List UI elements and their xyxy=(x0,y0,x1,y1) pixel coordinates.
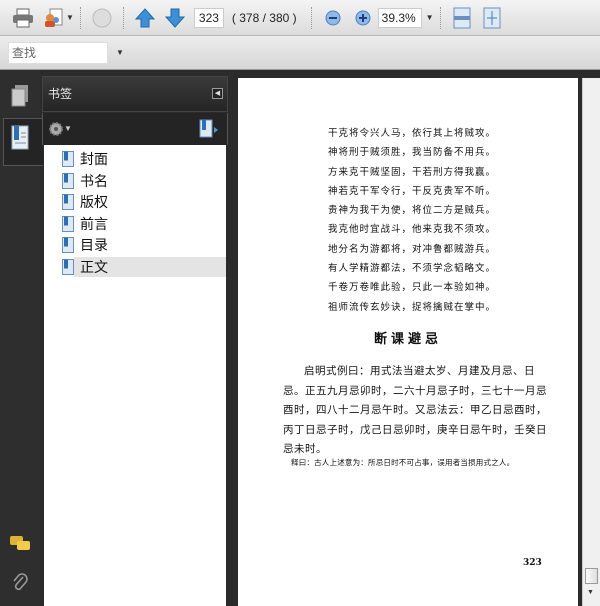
pages-icon xyxy=(11,85,28,107)
zoom-in-button[interactable] xyxy=(350,5,376,31)
poem-line: 有人学精游都法，不须学念韬略文。 xyxy=(328,263,497,275)
page-footer-number: 323 xyxy=(523,558,542,568)
gear-icon[interactable] xyxy=(48,121,64,137)
comments-button[interactable] xyxy=(4,528,36,560)
poem-line: 神若克干军令行，干反克贵军不听。 xyxy=(328,185,497,197)
share-button-disabled xyxy=(89,5,115,31)
zoom-dropdown-chevron-icon[interactable]: ▼ xyxy=(426,13,434,22)
scrollbar-thumb[interactable] xyxy=(585,568,598,584)
paragraph-text: 启明式例曰：用式法当避太岁、月建及月忌、日忌。正五九月忌卯时，二六十月忌子时，三… xyxy=(283,365,547,455)
fit-page-button[interactable] xyxy=(479,5,505,31)
body-paragraph: 启明式例曰：用式法当避太岁、月建及月忌、日忌。正五九月忌卯时，二六十月忌子时，三… xyxy=(283,362,551,460)
poem-line: 祖师流传玄妙诀，捉将擒贼在掌中。 xyxy=(328,301,497,313)
paperclip-icon xyxy=(13,573,28,591)
bookmark-label: 正文 xyxy=(74,256,226,277)
plus-circle-icon xyxy=(355,10,371,25)
attachments-button[interactable] xyxy=(4,566,36,598)
next-page-button[interactable] xyxy=(162,5,188,31)
panel-title: 书签 xyxy=(48,87,73,101)
bookmarks-panel-header: 书签 ◀ xyxy=(42,76,228,112)
bookmark-label: 前言 xyxy=(80,215,108,232)
poem-line: 地分名为游都将，对冲鲁都贼游兵。 xyxy=(328,243,497,255)
previous-page-button[interactable] xyxy=(132,5,158,31)
share-people-icon xyxy=(45,8,63,27)
scroll-down-arrow-icon[interactable]: ▼ xyxy=(587,589,594,596)
bookmark-item[interactable]: 前言 xyxy=(62,214,226,234)
panel-splitter[interactable] xyxy=(228,70,238,606)
globe-icon xyxy=(92,8,112,27)
find-options-chevron-icon[interactable]: ▼ xyxy=(116,48,124,57)
chevron-down-icon[interactable]: ▼ xyxy=(66,13,74,22)
poem-line: 我克他时宜战斗，他来克我不须攻。 xyxy=(328,224,497,236)
vertical-scrollbar[interactable]: ▼ xyxy=(582,78,600,606)
bookmark-item[interactable]: 封面 xyxy=(62,149,226,169)
expand-bookmark-icon[interactable] xyxy=(199,119,219,139)
poem-line: 千卷万卷唯此验，只此一本验如神。 xyxy=(328,282,497,294)
options-chevron-icon[interactable]: ▼ xyxy=(64,124,72,133)
separator xyxy=(310,6,312,29)
fit-width-button[interactable] xyxy=(449,5,475,31)
printer-icon xyxy=(13,8,33,27)
bookmarks-button[interactable] xyxy=(4,122,36,154)
zoom-level-input[interactable]: 39.3% xyxy=(377,7,422,28)
comment-bubbles-icon xyxy=(10,536,30,550)
separator xyxy=(79,6,81,29)
bookmark-icon xyxy=(62,215,74,232)
bookmark-icon xyxy=(62,237,74,253)
bookmark-item[interactable]: 版权 xyxy=(62,192,226,212)
bookmark-list: 封面书名版权前言目录正文 xyxy=(44,145,226,606)
poem-line: 神将刑于贼须胜，我当防备不用兵。 xyxy=(328,147,497,159)
bookmark-icon xyxy=(62,172,74,189)
bookmark-page-icon xyxy=(11,125,29,150)
bookmark-icon xyxy=(62,258,74,275)
bookmark-item[interactable]: 目录 xyxy=(62,235,226,255)
arrow-up-icon xyxy=(134,7,155,27)
bookmarks-panel-toolbar: ▼ xyxy=(42,113,228,145)
bookmark-item[interactable]: 书名 xyxy=(62,171,226,191)
print-button[interactable] xyxy=(10,5,36,31)
minus-circle-icon xyxy=(325,10,341,25)
poem-line: 贵神为我干为使，将位二方是贼兵。 xyxy=(328,205,497,217)
arrow-down-icon xyxy=(164,8,185,28)
page-count: ( 378 / 380 ) xyxy=(231,10,297,25)
fit-page-icon xyxy=(483,7,501,28)
bookmark-icon xyxy=(62,151,74,167)
main-toolbar: ▼ 323 ( 378 / 380 ) 39.3% ▼ xyxy=(0,0,600,36)
bookmark-label: 封面 xyxy=(80,151,108,167)
poem: 干克将令兴人马，依行其上将贼攻。 神将刑于贼须胜，我当防备不用兵。 方来克干贼坚固，… xyxy=(328,124,496,317)
page-number-input[interactable]: 323 xyxy=(193,7,224,28)
zoom-out-button[interactable] xyxy=(320,5,346,31)
collapse-panel-button[interactable]: ◀ xyxy=(212,88,223,99)
document-page: 干克将令兴人马，依行其上将贼攻。 神将刑于贼须胜，我当防备不用兵。 方来克干贼坚固，… xyxy=(238,78,578,606)
separator xyxy=(439,6,441,29)
section-title: 断课避忌 xyxy=(373,332,442,347)
bookmark-label: 目录 xyxy=(80,237,108,253)
annotation-note: 释曰：古人上述意为：所忌日时不可占事，误用者当损用式之人。 xyxy=(291,458,515,467)
find-toolbar: 查找 ▼ xyxy=(0,36,600,70)
find-input[interactable]: 查找 xyxy=(8,41,108,64)
poem-line: 方来克干贼坚固，干若刑方得我赢。 xyxy=(328,166,497,178)
collaborate-button[interactable] xyxy=(40,5,66,31)
navigation-icon-strip xyxy=(0,70,43,606)
bookmark-label: 书名 xyxy=(80,172,108,189)
separator xyxy=(122,6,124,29)
bookmark-item[interactable]: 正文 xyxy=(62,256,226,277)
poem-line: 干克将令兴人马，依行其上将贼攻。 xyxy=(328,128,497,139)
bookmark-icon xyxy=(62,194,74,210)
bookmark-label: 版权 xyxy=(80,194,108,210)
page-thumbnails-button[interactable] xyxy=(4,80,36,112)
fit-width-icon xyxy=(453,7,471,28)
